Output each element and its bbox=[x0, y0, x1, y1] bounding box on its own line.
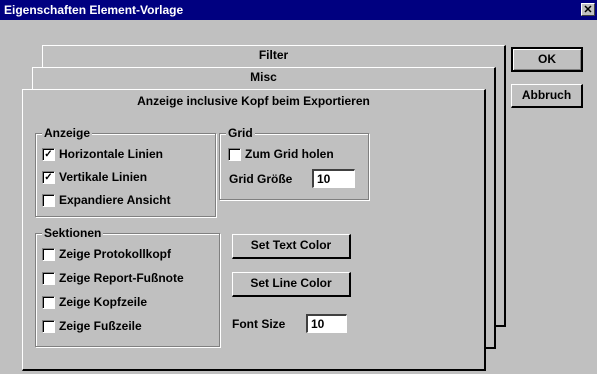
close-button[interactable]: ✕ bbox=[581, 3, 595, 16]
grid-size-label: Grid Größe bbox=[229, 172, 293, 186]
tab-anzeige-export-label: Anzeige inclusive Kopf beim Exportieren bbox=[137, 94, 370, 108]
window-title: Eigenschaften Element-Vorlage bbox=[4, 3, 184, 17]
checkbox-box[interactable] bbox=[42, 296, 55, 309]
title-bar: Eigenschaften Element-Vorlage ✕ bbox=[0, 0, 597, 20]
ok-button[interactable]: OK bbox=[511, 47, 583, 72]
checkbox-box[interactable] bbox=[42, 320, 55, 333]
sektionen-legend: Sektionen bbox=[42, 226, 104, 240]
checkbox-box[interactable] bbox=[228, 148, 241, 161]
checkbox-label: Expandiere Ansicht bbox=[59, 193, 171, 207]
checkbox-box[interactable] bbox=[42, 272, 55, 285]
close-icon: ✕ bbox=[583, 4, 593, 16]
grid-legend: Grid bbox=[226, 126, 255, 140]
tab-misc-label: Misc bbox=[250, 70, 277, 84]
font-size-label: Font Size bbox=[232, 317, 286, 331]
anzeige-legend: Anzeige bbox=[42, 126, 93, 140]
grid-group: Grid Zum Grid holen Grid Größe 10 bbox=[219, 126, 369, 200]
set-line-color-button[interactable]: Set Line Color bbox=[232, 272, 351, 297]
grid-size-input[interactable]: 10 bbox=[312, 169, 355, 188]
set-text-color-button[interactable]: Set Text Color bbox=[232, 234, 351, 259]
font-size-input[interactable]: 10 bbox=[306, 314, 347, 333]
checkbox-label: Zeige Protokollkopf bbox=[59, 247, 172, 261]
tab-anzeige-export[interactable]: Anzeige inclusive Kopf beim Exportieren … bbox=[22, 89, 486, 371]
checkbox-label: Horizontale Linien bbox=[59, 147, 164, 161]
checkbox-label: Zeige Report-Fußnote bbox=[59, 271, 184, 285]
checkbox-box[interactable] bbox=[42, 194, 55, 207]
checkbox-label: Zum Grid holen bbox=[245, 147, 334, 161]
tab-filter-label: Filter bbox=[258, 48, 289, 62]
checkbox-box[interactable] bbox=[42, 248, 55, 261]
checkbox-label: Zeige Fußzeile bbox=[59, 319, 142, 333]
checkbox-label: Vertikale Linien bbox=[59, 170, 148, 184]
anzeige-group: Anzeige ✓ Horizontale Linien ✓ Vertikale… bbox=[35, 126, 216, 217]
checkbox-label: Zeige Kopfzeile bbox=[59, 295, 148, 309]
checkbox-box-checked[interactable]: ✓ bbox=[42, 148, 55, 161]
checkbox-box-checked[interactable]: ✓ bbox=[42, 171, 55, 184]
sektionen-group: Sektionen Zeige Protokollkopf Zeige Repo… bbox=[35, 226, 220, 347]
cancel-button[interactable]: Abbruch bbox=[511, 84, 583, 108]
